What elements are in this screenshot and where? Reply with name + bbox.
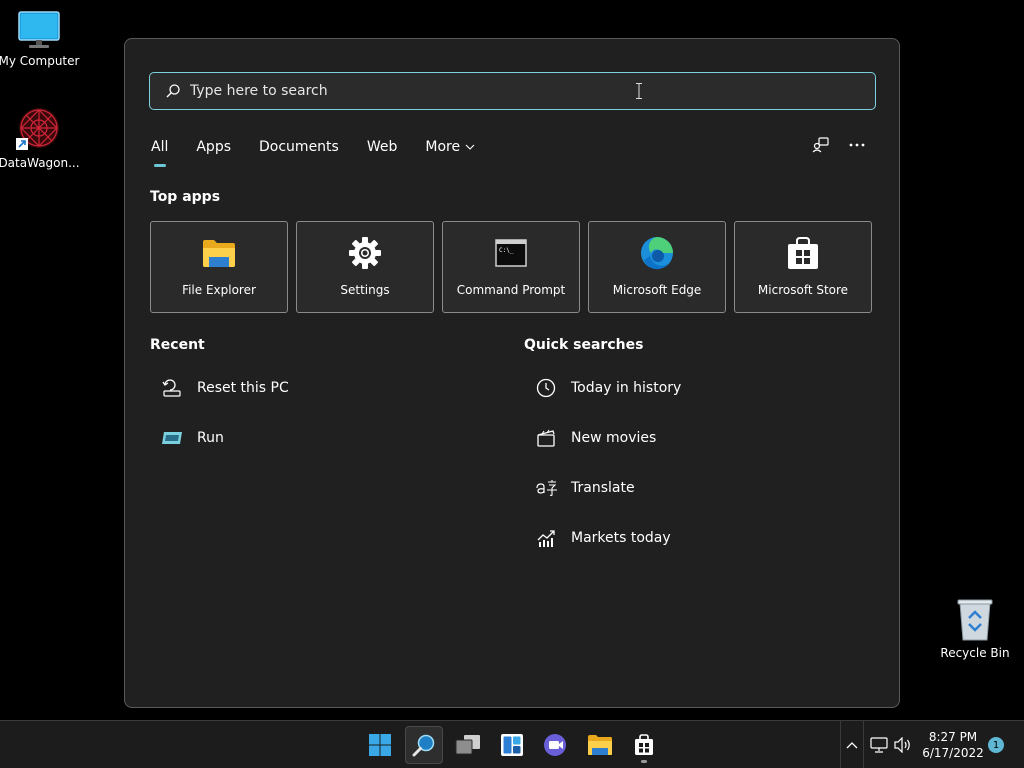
clapperboard-icon [537,429,555,447]
app-tile-label: Microsoft Store [757,283,849,297]
accounts-button[interactable] [811,133,831,157]
text-cursor-icon [636,83,642,99]
app-tile-settings[interactable]: Settings [296,221,434,313]
desktop-icon-recycle-bin[interactable]: Recycle Bin [930,598,1020,660]
tab-label: Web [366,139,398,155]
tab-label: Documents [259,139,339,155]
desktop-icon-label: My Computer [0,54,80,68]
widgets-icon [501,734,523,756]
svg-text:C:\_: C:\_ [499,247,514,254]
app-tile-label: Command Prompt [456,283,566,297]
store-icon [635,734,653,755]
taskbar-file-explorer-button[interactable] [581,726,619,764]
app-tile-label: File Explorer [182,283,256,297]
clock-icon [536,378,556,398]
clock-time: 8:27 PM [928,730,978,744]
quick-searches-title: Quick searches [524,337,644,353]
datawagon-icon [16,108,59,150]
volume-button[interactable] [890,726,916,764]
quick-search-today-in-history[interactable]: Today in history [535,376,681,400]
desktop-icon-label: DataWagon... [0,156,80,170]
chevron-up-icon [846,742,858,749]
reset-icon [162,379,181,397]
search-tabs: All Apps Documents Web More [151,135,503,167]
chevron-down-icon [465,144,475,150]
terminal-icon: C:\_ [495,239,527,267]
chart-icon [537,530,555,547]
top-apps-grid: File Explorer Settings C:\_ Command Prom… [150,221,872,313]
desktop-icon-label: Recycle Bin [940,646,1010,660]
network-button[interactable] [866,726,892,764]
quick-search-label: Markets today [571,530,671,546]
tab-all[interactable]: All [151,135,169,167]
search-panel: All Apps Documents Web More Top apps [124,38,900,708]
folder-icon [588,735,612,755]
teams-chat-button[interactable] [537,726,575,764]
tab-label: All [151,139,169,155]
clock-date: 6/17/2022 [922,746,984,760]
ellipsis-icon [849,143,865,147]
quick-search-markets-today[interactable]: Markets today [535,526,671,550]
recycle-bin-icon [957,599,993,641]
tab-documents[interactable]: Documents [259,135,339,159]
recent-title: Recent [150,337,205,353]
tab-apps[interactable]: Apps [196,135,231,159]
widgets-button[interactable] [493,726,531,764]
windows-logo-icon [369,734,391,756]
quick-search-translate[interactable]: Translate [535,476,635,500]
quick-search-label: New movies [571,430,657,446]
taskbar-store-button[interactable] [625,726,663,764]
app-tile-microsoft-store[interactable]: Microsoft Store [734,221,872,313]
quick-search-new-movies[interactable]: New movies [535,426,656,450]
search-icon [412,734,435,757]
notification-badge[interactable]: 1 [988,737,1004,753]
show-hidden-icons-button[interactable] [840,721,864,768]
start-button[interactable] [361,726,399,764]
recent-item-reset-this-pc[interactable]: Reset this PC [161,376,289,400]
task-view-button[interactable] [449,726,487,764]
search-input[interactable] [181,73,875,109]
volume-icon [894,737,910,753]
recent-item-label: Reset this PC [197,380,289,396]
tab-web[interactable]: Web [367,135,398,159]
search-box[interactable] [149,72,876,110]
app-tile-label: Microsoft Edge [612,283,702,297]
tab-more[interactable]: More [425,135,475,159]
app-tile-label: Settings [340,283,390,297]
translate-icon [536,480,557,497]
app-tile-command-prompt[interactable]: C:\_ Command Prompt [442,221,580,313]
taskbar: 8:27 PM 6/17/2022 1 [0,720,1024,768]
chat-icon [544,734,566,756]
folder-icon [203,240,235,267]
tab-label: More [425,139,461,155]
app-tile-microsoft-edge[interactable]: Microsoft Edge [588,221,726,313]
run-icon [162,432,182,444]
desktop-icon-datawagon[interactable]: DataWagon... [0,106,84,170]
top-apps-title: Top apps [150,189,221,205]
app-tile-file-explorer[interactable]: File Explorer [150,221,288,313]
running-indicator [641,760,647,763]
quick-search-label: Translate [571,480,635,496]
monitor-icon [18,11,60,48]
desktop-icon-my-computer[interactable]: My Computer [0,10,84,68]
quick-search-label: Today in history [571,380,682,396]
search-icon [166,84,180,98]
tab-label: Apps [196,139,232,155]
gear-icon [349,237,381,269]
network-icon [870,737,888,753]
task-view-icon [455,735,480,755]
accounts-icon [812,137,829,153]
store-icon [788,237,818,269]
taskbar-search-button[interactable] [405,726,443,764]
clock[interactable]: 8:27 PM 6/17/2022 [918,729,988,761]
recent-item-label: Run [197,430,224,446]
more-options-button[interactable] [847,133,867,157]
edge-icon [641,237,673,270]
recent-item-run[interactable]: Run [161,426,224,450]
